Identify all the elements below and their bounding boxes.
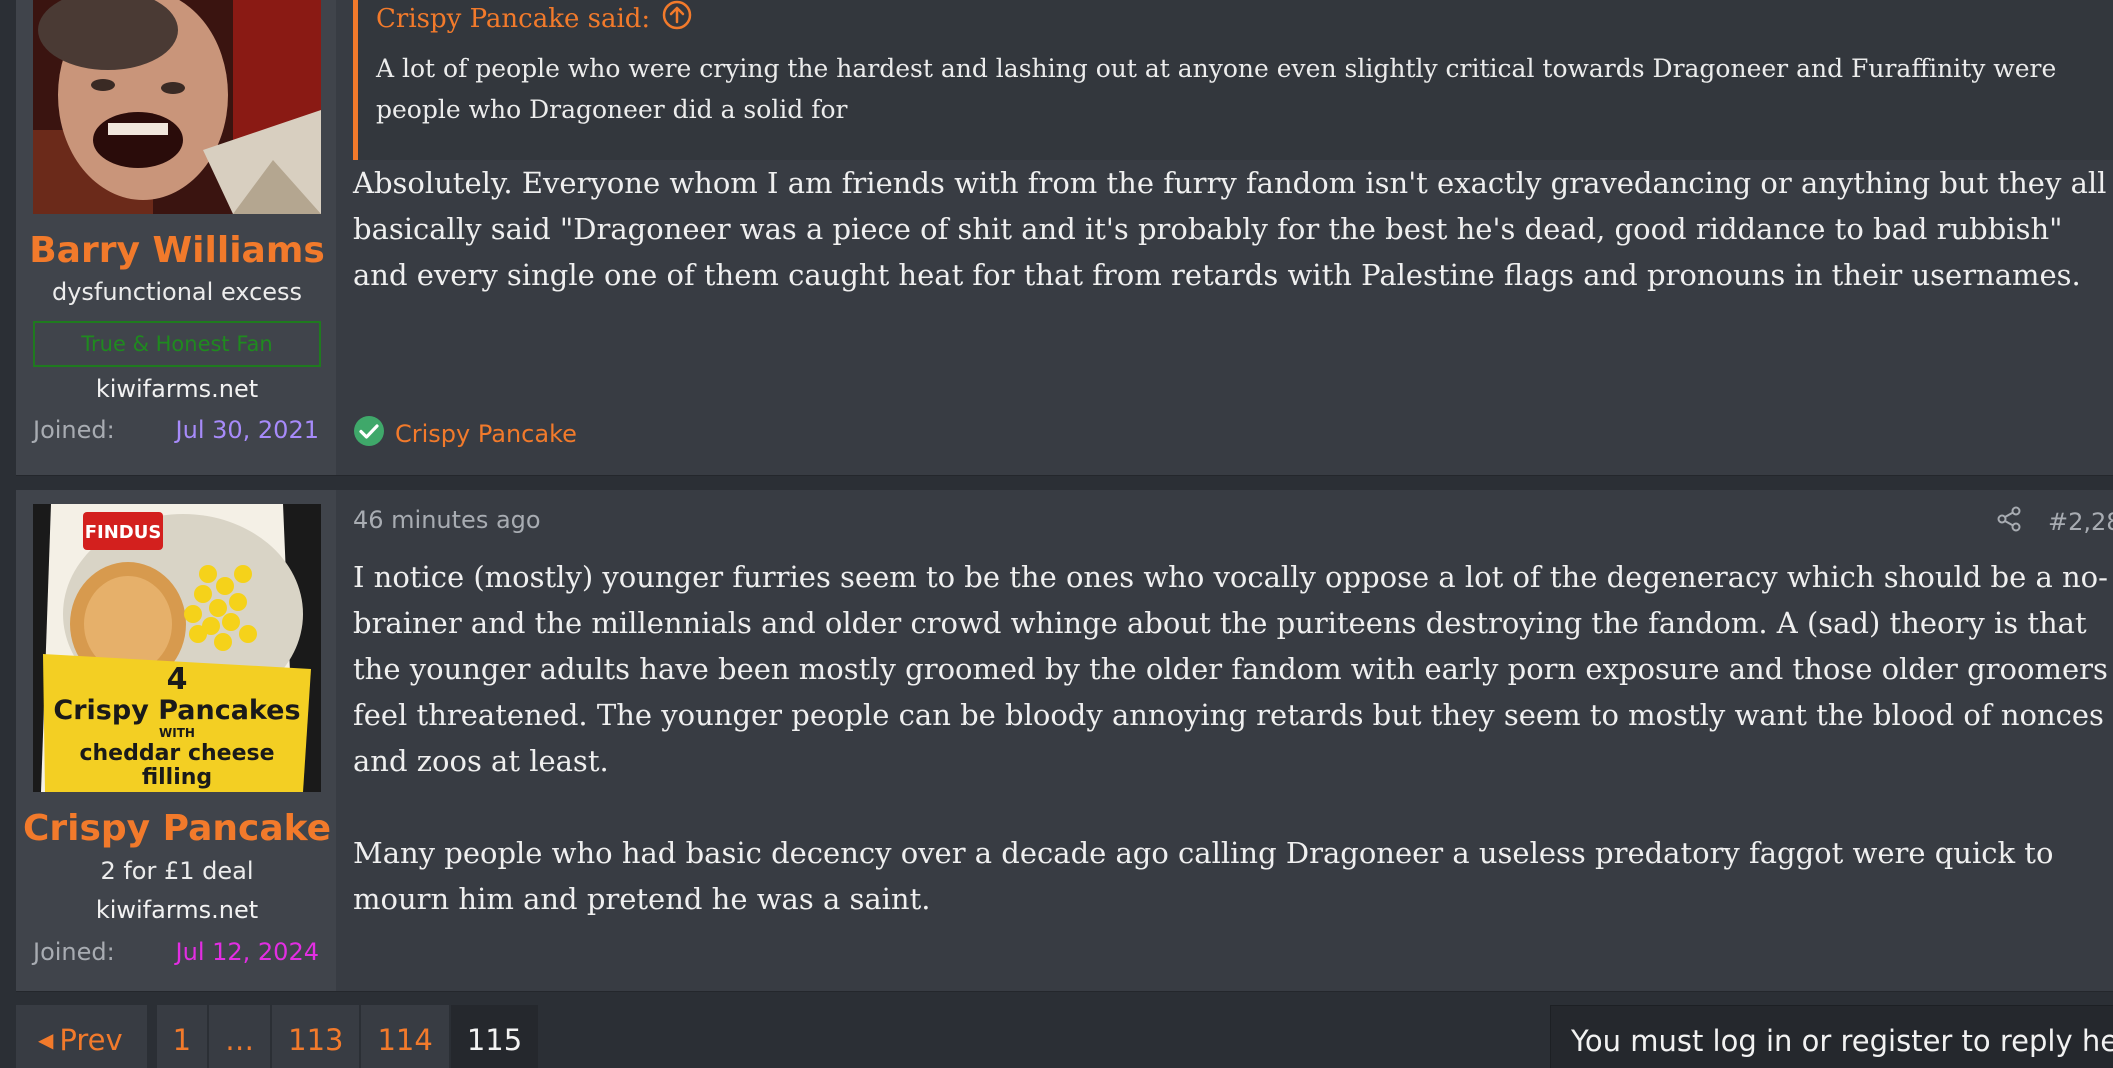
arrow-up-circle-icon[interactable] [662, 0, 692, 37]
post-timestamp[interactable]: 46 minutes ago [353, 506, 541, 534]
post-meta-actions: #2,286 [1996, 506, 2113, 538]
share-icon[interactable] [1996, 506, 2022, 538]
avatar-line4: filling [142, 765, 212, 790]
prev-page-button[interactable]: ◀ Prev [16, 1005, 147, 1068]
user-banner: True & Honest Fan [33, 321, 321, 367]
quote-block: Crispy Pancake said: A lot of people who… [353, 0, 2113, 160]
user-title: dysfunctional excess [51, 278, 303, 306]
username[interactable]: Barry Williams [16, 230, 338, 271]
page-current-115[interactable]: 115 [450, 1005, 539, 1068]
quote-header[interactable]: Crispy Pancake said: [376, 0, 692, 37]
page-link-114[interactable]: 114 [361, 1005, 449, 1068]
post-paragraph: Many people who had basic decency over a… [353, 836, 2054, 916]
quote-author[interactable]: Crispy Pancake said: [376, 4, 650, 34]
post-paragraph: Absolutely. Everyone whom I am friends w… [353, 166, 2107, 292]
post-barry-williams: Barry Williams dysfunctional excess True… [16, 0, 2113, 476]
post-paragraph: I notice (mostly) younger furries seem t… [353, 560, 2108, 778]
avatar-brand: FINDUS [85, 522, 162, 543]
joined-label: Joined: [33, 416, 115, 444]
user-site: kiwifarms.net [95, 896, 259, 924]
login-notice[interactable]: You must log in or register to reply her… [1550, 1005, 2113, 1068]
avatar[interactable]: FINDUS 4 Crispy Pancakes WITH cheddar ch… [33, 504, 321, 792]
user-title: 2 for £1 deal [100, 857, 254, 885]
page-link-1[interactable]: 1 [156, 1005, 208, 1068]
user-site: kiwifarms.net [95, 375, 259, 403]
post-number[interactable]: #2,286 [2048, 508, 2113, 536]
joined-date: Jul 12, 2024 [175, 938, 319, 966]
quote-text: A lot of people who were crying the hard… [376, 54, 2057, 124]
user-info-column: FINDUS 4 Crispy Pancakes WITH cheddar ch… [16, 490, 336, 991]
reaction-bar[interactable]: Crispy Pancake [353, 415, 577, 453]
page-link-113[interactable]: 113 [272, 1005, 360, 1068]
post-crispy-pancake: FINDUS 4 Crispy Pancakes WITH cheddar ch… [16, 490, 2113, 992]
avatar-line2: WITH [159, 726, 195, 740]
user-info-column: Barry Williams dysfunctional excess True… [16, 0, 336, 475]
post-body: Absolutely. Everyone whom I am friends w… [353, 160, 2113, 298]
check-circle-icon [353, 415, 385, 453]
username[interactable]: Crispy Pancake [16, 808, 338, 849]
avatar-count: 4 [167, 662, 188, 697]
joined-label: Joined: [33, 938, 115, 966]
avatar-line1: Crispy Pancakes [53, 695, 300, 726]
joined-date: Jul 30, 2021 [175, 416, 319, 444]
pagination: ◀ Prev 1 … 113 114 115 [16, 1005, 540, 1068]
prev-label: Prev [59, 1023, 123, 1057]
page-ellipsis[interactable]: … [209, 1005, 271, 1068]
avatar[interactable] [33, 0, 321, 214]
reaction-user[interactable]: Crispy Pancake [395, 420, 577, 448]
avatar-line3: cheddar cheese [79, 741, 274, 766]
post-body: I notice (mostly) younger furries seem t… [353, 554, 2113, 922]
caret-left-icon: ◀ [38, 1028, 54, 1052]
